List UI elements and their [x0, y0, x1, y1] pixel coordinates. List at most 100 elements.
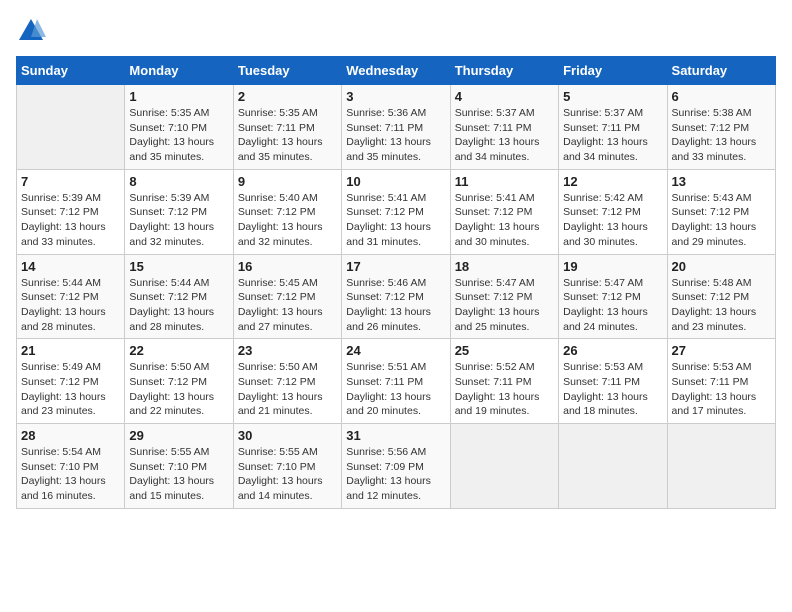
cell-details: Sunrise: 5:52 AMSunset: 7:11 PMDaylight:… — [455, 360, 554, 419]
day-cell: 12 Sunrise: 5:42 AMSunset: 7:12 PMDayligh… — [559, 169, 667, 254]
cell-details: Sunrise: 5:54 AMSunset: 7:10 PMDaylight:… — [21, 445, 120, 504]
day-number: 16 — [238, 259, 337, 274]
day-number: 30 — [238, 428, 337, 443]
header-cell-friday: Friday — [559, 57, 667, 85]
day-cell: 24Sunrise: 5:51 AMSunset: 7:11 PMDayligh… — [342, 339, 450, 424]
cell-details: Sunrise: 5:47 AMSunset: 7:12 PMDaylight:… — [563, 276, 662, 335]
day-number: 28 — [21, 428, 120, 443]
day-number: 17 — [346, 259, 445, 274]
day-cell: 19 Sunrise: 5:47 AMSunset: 7:12 PMDayligh… — [559, 254, 667, 339]
cell-details: Sunrise: 5:48 AMSunset: 7:12 PMDaylight:… — [672, 276, 771, 335]
header-cell-wednesday: Wednesday — [342, 57, 450, 85]
cell-details: Sunrise: 5:53 AMSunset: 7:11 PMDaylight:… — [563, 360, 662, 419]
day-cell: 9 Sunrise: 5:40 AMSunset: 7:12 PMDaylight… — [233, 169, 341, 254]
day-cell: 17Sunrise: 5:46 AMSunset: 7:12 PMDayligh… — [342, 254, 450, 339]
cell-details: Sunrise: 5:35 AMSunset: 7:10 PMDaylight:… — [129, 106, 228, 165]
cell-details: Sunrise: 5:44 AMSunset: 7:12 PMDaylight:… — [129, 276, 228, 335]
day-cell: 31 Sunrise: 5:56 AMSunset: 7:09 PMDayligh… — [342, 424, 450, 509]
cell-details: Sunrise: 5:45 AMSunset: 7:12 PMDaylight:… — [238, 276, 337, 335]
day-cell: 28 Sunrise: 5:54 AMSunset: 7:10 PMDayligh… — [17, 424, 125, 509]
week-row-3: 14Sunrise: 5:44 AMSunset: 7:12 PMDayligh… — [17, 254, 776, 339]
day-cell: 6 Sunrise: 5:38 AMSunset: 7:12 PMDaylight… — [667, 85, 775, 170]
calendar-header: SundayMondayTuesdayWednesdayThursdayFrid… — [17, 57, 776, 85]
day-number: 12 — [563, 174, 662, 189]
day-cell: 8 Sunrise: 5:39 AMSunset: 7:12 PMDaylight… — [125, 169, 233, 254]
day-number: 3 — [346, 89, 445, 104]
day-number: 31 — [346, 428, 445, 443]
day-number: 24 — [346, 343, 445, 358]
logo-icon — [16, 16, 46, 46]
day-number: 2 — [238, 89, 337, 104]
day-number: 10 — [346, 174, 445, 189]
day-number: 13 — [672, 174, 771, 189]
cell-details: Sunrise: 5:35 AMSunset: 7:11 PMDaylight:… — [238, 106, 337, 165]
day-number: 1 — [129, 89, 228, 104]
day-cell: 10Sunrise: 5:41 AMSunset: 7:12 PMDayligh… — [342, 169, 450, 254]
day-number: 9 — [238, 174, 337, 189]
header-cell-sunday: Sunday — [17, 57, 125, 85]
calendar-table: SundayMondayTuesdayWednesdayThursdayFrid… — [16, 56, 776, 509]
day-number: 26 — [563, 343, 662, 358]
cell-details: Sunrise: 5:55 AMSunset: 7:10 PMDaylight:… — [129, 445, 228, 504]
day-cell: 14Sunrise: 5:44 AMSunset: 7:12 PMDayligh… — [17, 254, 125, 339]
header-cell-monday: Monday — [125, 57, 233, 85]
day-cell — [667, 424, 775, 509]
day-cell: 5 Sunrise: 5:37 AMSunset: 7:11 PMDaylight… — [559, 85, 667, 170]
header-cell-saturday: Saturday — [667, 57, 775, 85]
day-cell: 20 Sunrise: 5:48 AMSunset: 7:12 PMDayligh… — [667, 254, 775, 339]
day-number: 11 — [455, 174, 554, 189]
cell-details: Sunrise: 5:41 AMSunset: 7:12 PMDaylight:… — [455, 191, 554, 250]
day-cell: 22 Sunrise: 5:50 AMSunset: 7:12 PMDayligh… — [125, 339, 233, 424]
day-cell — [450, 424, 558, 509]
day-cell: 2 Sunrise: 5:35 AMSunset: 7:11 PMDaylight… — [233, 85, 341, 170]
day-number: 25 — [455, 343, 554, 358]
day-cell: 7Sunrise: 5:39 AMSunset: 7:12 PMDaylight… — [17, 169, 125, 254]
day-cell: 16 Sunrise: 5:45 AMSunset: 7:12 PMDayligh… — [233, 254, 341, 339]
day-number: 27 — [672, 343, 771, 358]
day-cell: 11 Sunrise: 5:41 AMSunset: 7:12 PMDayligh… — [450, 169, 558, 254]
page-header — [16, 16, 776, 46]
cell-details: Sunrise: 5:49 AMSunset: 7:12 PMDaylight:… — [21, 360, 120, 419]
day-cell: 27 Sunrise: 5:53 AMSunset: 7:11 PMDayligh… — [667, 339, 775, 424]
cell-details: Sunrise: 5:56 AMSunset: 7:09 PMDaylight:… — [346, 445, 445, 504]
cell-details: Sunrise: 5:38 AMSunset: 7:12 PMDaylight:… — [672, 106, 771, 165]
cell-details: Sunrise: 5:55 AMSunset: 7:10 PMDaylight:… — [238, 445, 337, 504]
week-row-5: 28 Sunrise: 5:54 AMSunset: 7:10 PMDayligh… — [17, 424, 776, 509]
day-number: 5 — [563, 89, 662, 104]
day-cell: 4 Sunrise: 5:37 AMSunset: 7:11 PMDaylight… — [450, 85, 558, 170]
cell-details: Sunrise: 5:40 AMSunset: 7:12 PMDaylight:… — [238, 191, 337, 250]
cell-details: Sunrise: 5:47 AMSunset: 7:12 PMDaylight:… — [455, 276, 554, 335]
cell-details: Sunrise: 5:50 AMSunset: 7:12 PMDaylight:… — [129, 360, 228, 419]
cell-details: Sunrise: 5:50 AMSunset: 7:12 PMDaylight:… — [238, 360, 337, 419]
day-cell: 21 Sunrise: 5:49 AMSunset: 7:12 PMDayligh… — [17, 339, 125, 424]
header-cell-thursday: Thursday — [450, 57, 558, 85]
day-number: 4 — [455, 89, 554, 104]
week-row-4: 21 Sunrise: 5:49 AMSunset: 7:12 PMDayligh… — [17, 339, 776, 424]
cell-details: Sunrise: 5:42 AMSunset: 7:12 PMDaylight:… — [563, 191, 662, 250]
day-cell: 15Sunrise: 5:44 AMSunset: 7:12 PMDayligh… — [125, 254, 233, 339]
calendar-body: 1 Sunrise: 5:35 AMSunset: 7:10 PMDaylight… — [17, 85, 776, 509]
week-row-2: 7Sunrise: 5:39 AMSunset: 7:12 PMDaylight… — [17, 169, 776, 254]
week-row-1: 1 Sunrise: 5:35 AMSunset: 7:10 PMDaylight… — [17, 85, 776, 170]
cell-details: Sunrise: 5:37 AMSunset: 7:11 PMDaylight:… — [455, 106, 554, 165]
cell-details: Sunrise: 5:36 AMSunset: 7:11 PMDaylight:… — [346, 106, 445, 165]
day-cell: 29Sunrise: 5:55 AMSunset: 7:10 PMDayligh… — [125, 424, 233, 509]
day-number: 21 — [21, 343, 120, 358]
day-number: 19 — [563, 259, 662, 274]
day-number: 20 — [672, 259, 771, 274]
day-cell: 30 Sunrise: 5:55 AMSunset: 7:10 PMDayligh… — [233, 424, 341, 509]
day-cell: 23Sunrise: 5:50 AMSunset: 7:12 PMDayligh… — [233, 339, 341, 424]
cell-details: Sunrise: 5:53 AMSunset: 7:11 PMDaylight:… — [672, 360, 771, 419]
cell-details: Sunrise: 5:39 AMSunset: 7:12 PMDaylight:… — [21, 191, 120, 250]
cell-details: Sunrise: 5:37 AMSunset: 7:11 PMDaylight:… — [563, 106, 662, 165]
day-number: 8 — [129, 174, 228, 189]
cell-details: Sunrise: 5:39 AMSunset: 7:12 PMDaylight:… — [129, 191, 228, 250]
day-number: 22 — [129, 343, 228, 358]
day-number: 6 — [672, 89, 771, 104]
day-cell — [559, 424, 667, 509]
day-cell: 18Sunrise: 5:47 AMSunset: 7:12 PMDayligh… — [450, 254, 558, 339]
day-cell: 13Sunrise: 5:43 AMSunset: 7:12 PMDayligh… — [667, 169, 775, 254]
day-cell: 3 Sunrise: 5:36 AMSunset: 7:11 PMDaylight… — [342, 85, 450, 170]
logo — [16, 16, 50, 46]
header-cell-tuesday: Tuesday — [233, 57, 341, 85]
